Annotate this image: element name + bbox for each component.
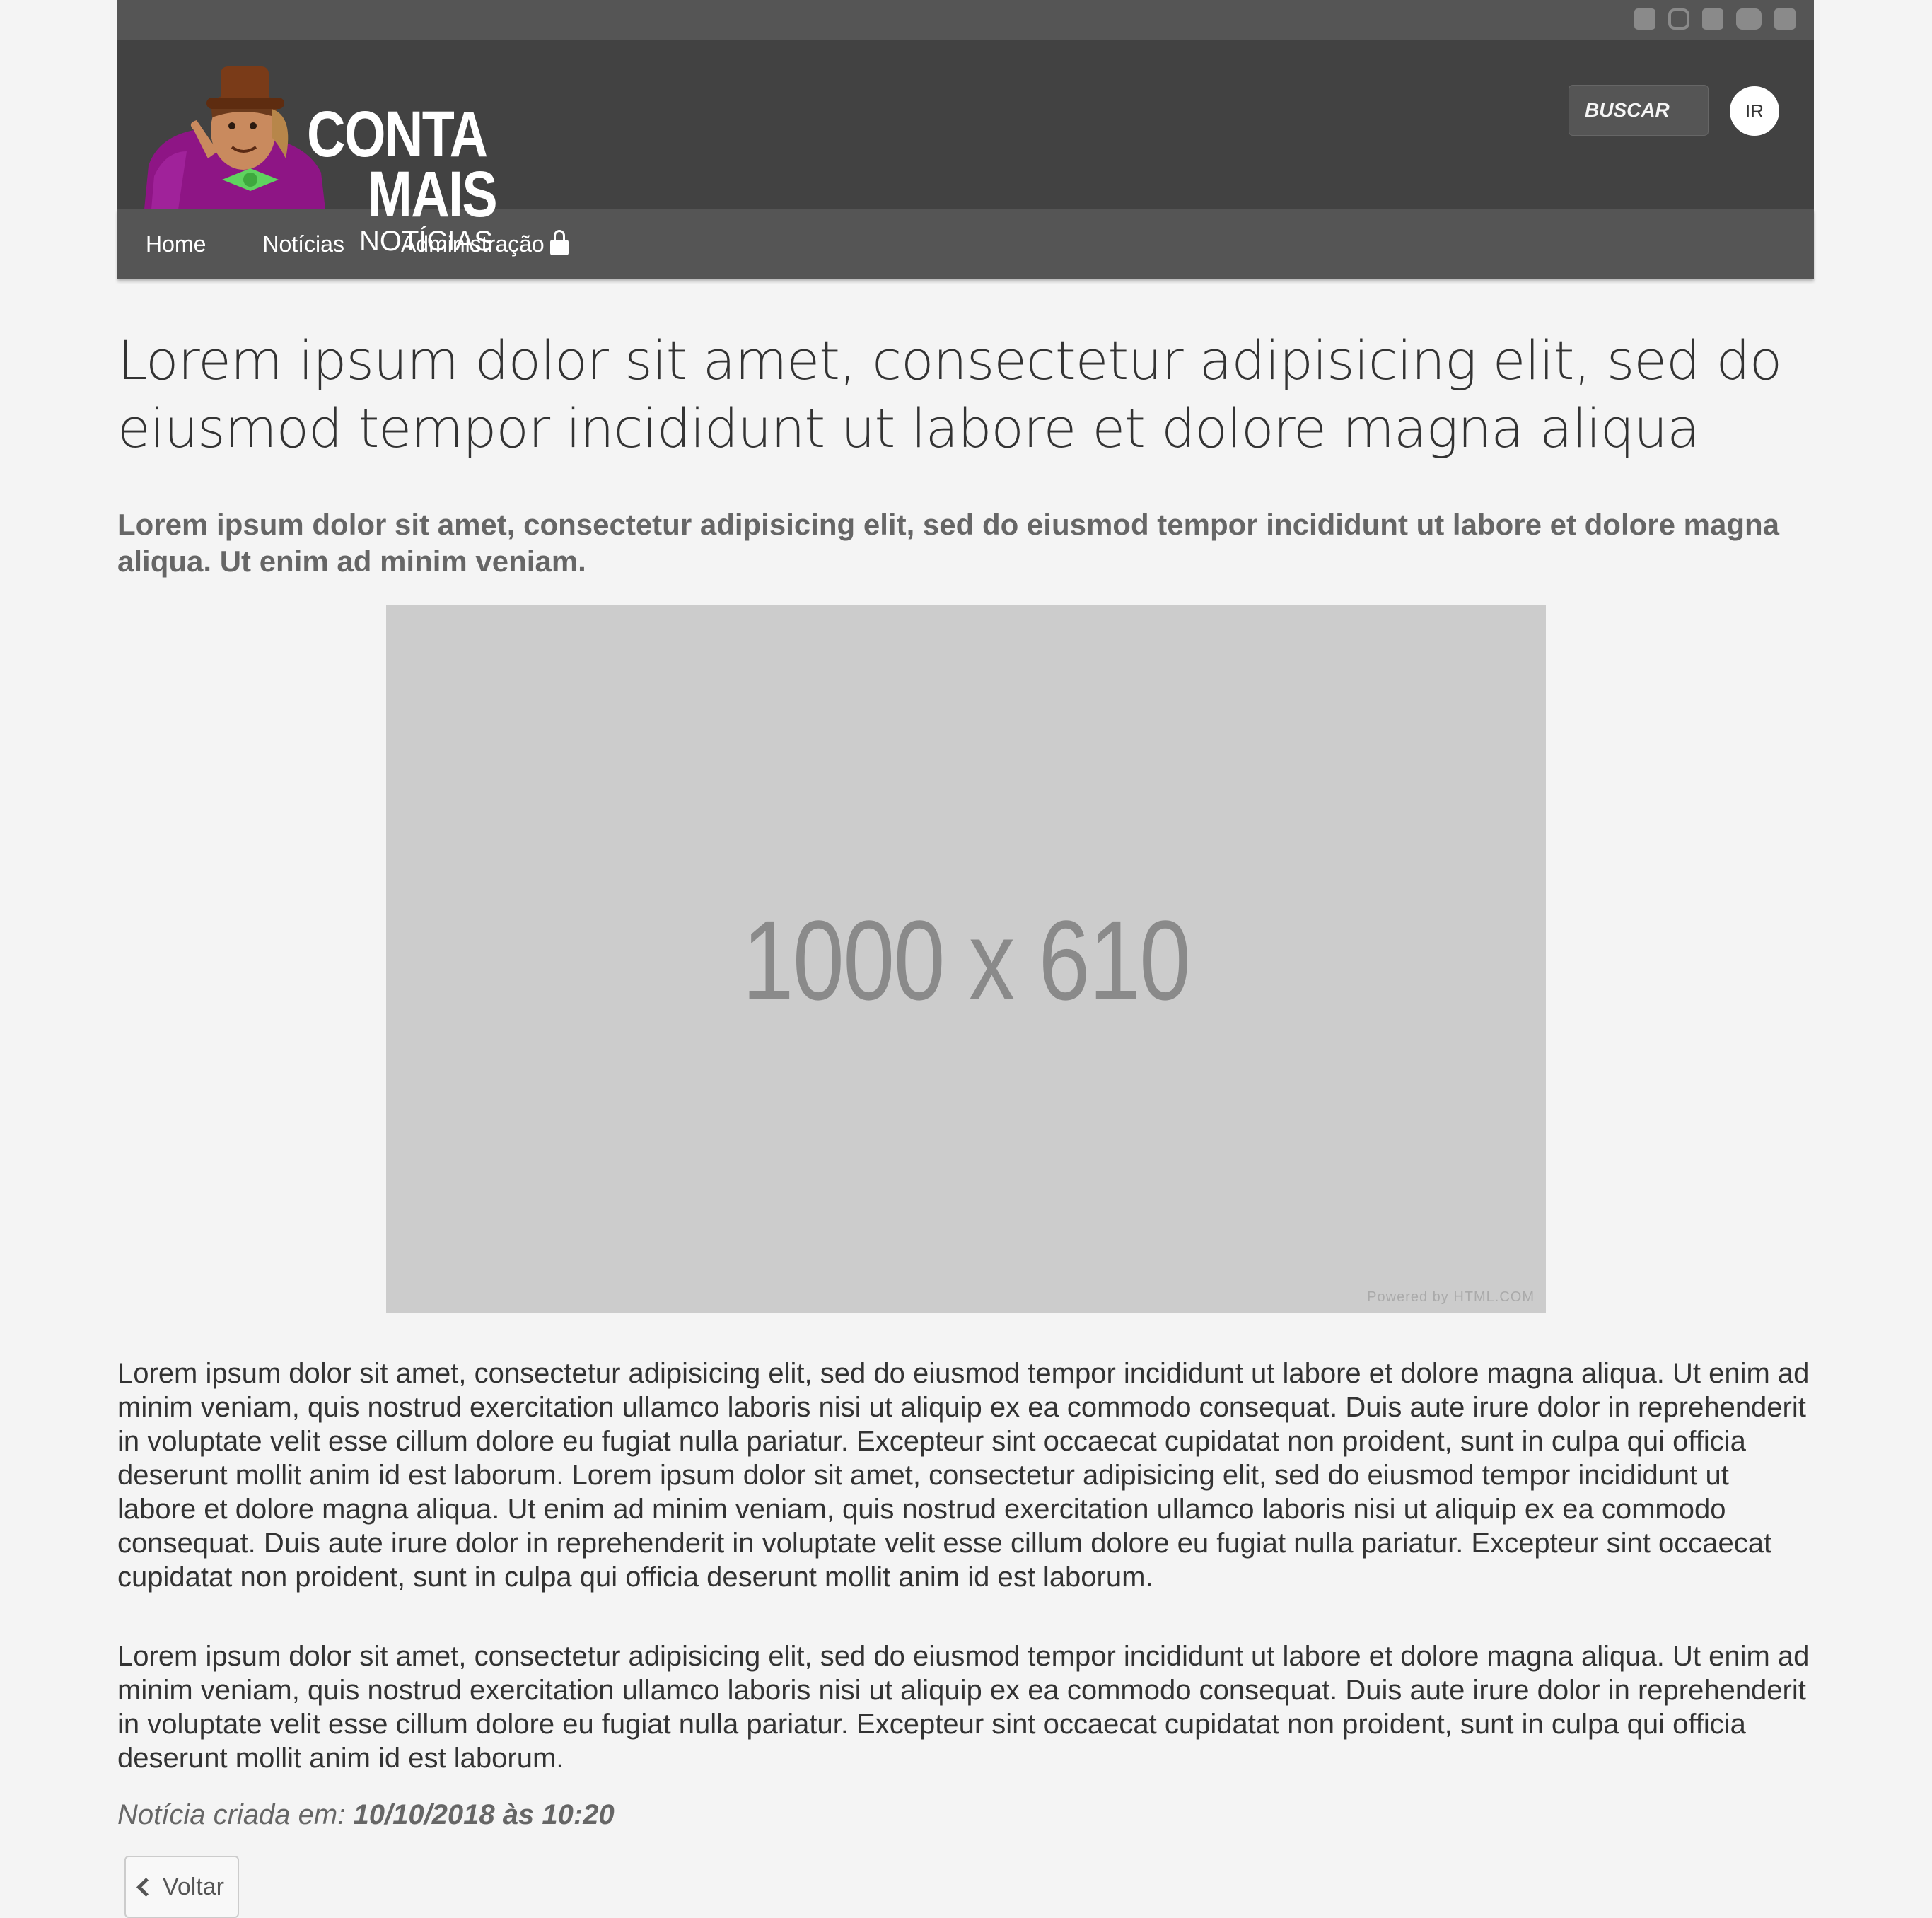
page: CONTA MAIS NOTÍCIAS IR Home Notícias Adm…	[117, 0, 1814, 1918]
created-value: 10/10/2018 às 10:20	[353, 1799, 615, 1830]
search-input[interactable]	[1583, 98, 1706, 122]
article-paragraph-2: Lorem ipsum dolor sit amet, consectetur …	[117, 1641, 1810, 1774]
search-go-button[interactable]: IR	[1730, 86, 1779, 136]
article-paragraph-1: Lorem ipsum dolor sit amet, consectetur …	[117, 1358, 1810, 1593]
facebook-icon[interactable]	[1634, 8, 1655, 30]
chevron-left-icon	[136, 1877, 156, 1897]
nav-home[interactable]: Home	[146, 231, 206, 257]
logo-line-mais: MAIS	[368, 158, 498, 231]
instagram-icon[interactable]	[1668, 8, 1689, 30]
image-size-label: 1000 x 610	[742, 897, 1192, 1023]
lock-icon	[549, 229, 569, 255]
site-logo[interactable]: CONTA MAIS NOTÍCIAS	[144, 52, 498, 255]
created-label: Notícia criada em:	[117, 1799, 346, 1830]
logo-line-noticias: NOTÍCIAS	[359, 226, 493, 257]
header: CONTA MAIS NOTÍCIAS IR	[117, 40, 1814, 255]
back-label: Voltar	[163, 1873, 224, 1900]
search-box	[1569, 85, 1709, 136]
logo-line-conta: CONTA	[307, 98, 488, 170]
youtube-icon[interactable]	[1736, 8, 1762, 30]
article-image: 1000 x 610 Powered by HTML.COM	[386, 605, 1546, 1313]
article-title: Lorem ipsum dolor sit amet, consectetur …	[117, 329, 1782, 460]
top-bar	[117, 0, 1814, 40]
social-links	[1634, 8, 1796, 30]
logo-text: CONTA MAIS NOTÍCIAS	[307, 52, 526, 255]
article-subtitle: Lorem ipsum dolor sit amet, consectetur …	[117, 508, 1780, 578]
twitter-icon[interactable]	[1702, 8, 1723, 30]
image-credit: Powered by HTML.COM	[1367, 1289, 1535, 1305]
back-button[interactable]: Voltar	[124, 1856, 239, 1918]
linkedin-icon[interactable]	[1774, 8, 1796, 30]
created-at: Notícia criada em: 10/10/2018 às 10:20	[117, 1799, 615, 1831]
